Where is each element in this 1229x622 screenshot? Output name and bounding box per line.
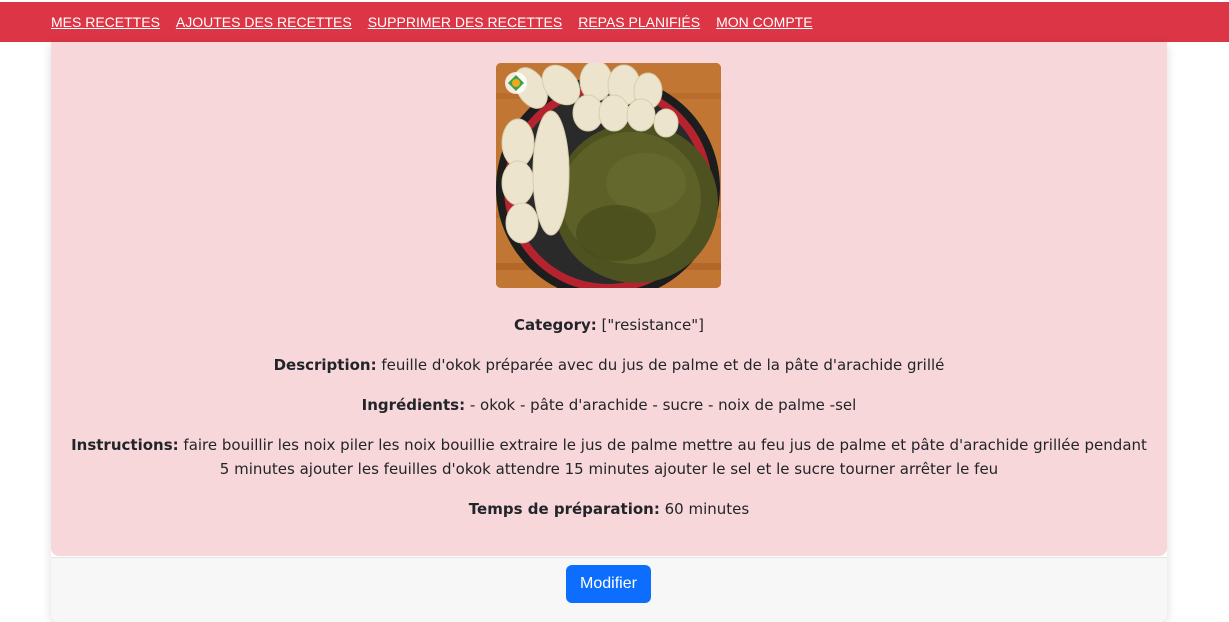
prep-time-value: 60 minutes: [664, 500, 750, 518]
prep-time-label: Temps de préparation:: [468, 500, 660, 518]
top-navbar: MES RECETTES AJOUTES DES RECETTES SUPPRI…: [0, 2, 1229, 42]
ingredients-label: Ingrédients:: [361, 396, 466, 414]
nav-mon-compte[interactable]: MON COMPTE: [716, 14, 812, 30]
nav-repas-planifies[interactable]: REPAS PLANIFIÉS: [578, 14, 700, 30]
recipe-description: Description: feuille d'okok préparée ave…: [71, 353, 1147, 377]
recipe-photo: [496, 63, 721, 288]
description-value: feuille d'okok préparée avec du jus de p…: [381, 356, 945, 374]
recipe-photo-illustration: [496, 63, 721, 288]
instructions-label: Instructions:: [71, 436, 179, 454]
recipe-instructions: Instructions: faire bouillir les noix pi…: [71, 433, 1147, 481]
instructions-value: faire bouillir les noix piler les noix b…: [183, 436, 1147, 478]
nav-ajoutes-des-recettes[interactable]: AJOUTES DES RECETTES: [176, 14, 352, 30]
recipe-card-body: Category: ["resistance"] Description: fe…: [51, 42, 1167, 556]
recipe-card: Category: ["resistance"] Description: fe…: [51, 42, 1167, 622]
modify-button[interactable]: Modifier: [566, 565, 651, 603]
nav-mes-recettes[interactable]: MES RECETTES: [51, 14, 160, 30]
category-label: Category:: [514, 316, 597, 334]
recipe-prep-time: Temps de préparation: 60 minutes: [71, 497, 1147, 521]
category-value: ["resistance"]: [601, 316, 704, 334]
ingredients-value: - okok - pâte d'arachide - sucre - noix …: [469, 396, 857, 414]
description-label: Description:: [273, 356, 377, 374]
recipe-ingredients: Ingrédients: - okok - pâte d'arachide - …: [71, 393, 1147, 417]
nav-supprimer-des-recettes[interactable]: SUPPRIMER DES RECETTES: [368, 14, 562, 30]
recipe-category: Category: ["resistance"]: [71, 313, 1147, 337]
